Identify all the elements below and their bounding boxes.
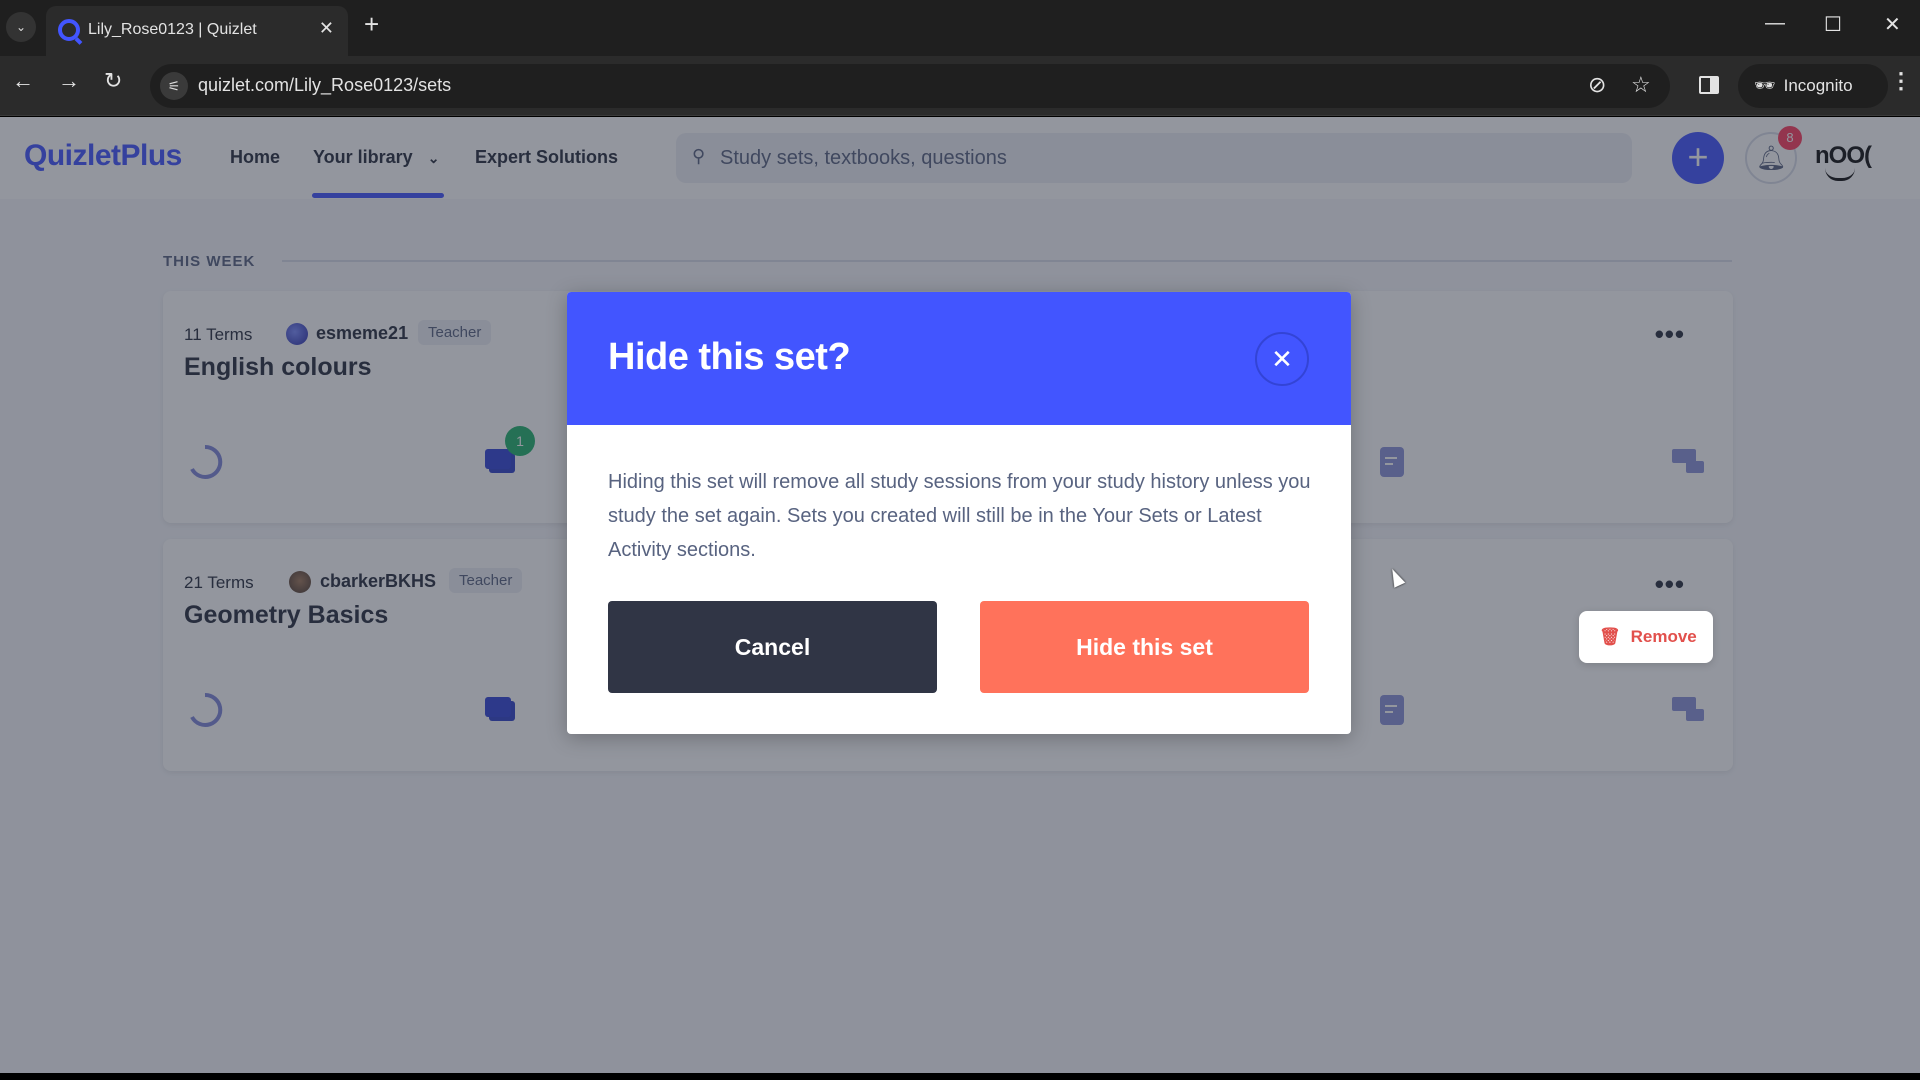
reload-icon[interactable]: ↻ bbox=[104, 68, 122, 94]
eye-off-icon[interactable]: ⊘ bbox=[1588, 72, 1606, 98]
remove-label: Remove bbox=[1630, 627, 1697, 646]
tab-search-button[interactable]: ⌄ bbox=[6, 12, 36, 42]
tab-close-icon[interactable]: ✕ bbox=[319, 18, 334, 39]
close-icon: ✕ bbox=[1271, 343, 1293, 374]
dialog-title: Hide this set? bbox=[608, 336, 851, 378]
browser-tab-active[interactable]: Lily_Rose0123 | Quizlet ✕ bbox=[46, 6, 348, 56]
incognito-label: Incognito bbox=[1783, 76, 1853, 95]
side-panel-icon[interactable] bbox=[1699, 76, 1719, 94]
incognito-indicator[interactable]: 🕶 Incognito bbox=[1738, 64, 1888, 108]
dialog-message: Hiding this set will remove all study se… bbox=[608, 471, 1311, 561]
window-close-icon[interactable]: ✕ bbox=[1884, 12, 1901, 37]
remove-menu-item[interactable]: 🗑︎ Remove bbox=[1579, 611, 1713, 663]
minimize-icon[interactable]: — bbox=[1765, 12, 1785, 35]
address-bar[interactable]: ⚟ quizlet.com/Lily_Rose0123/sets ⊘ ☆ bbox=[150, 64, 1670, 108]
url-text[interactable]: quizlet.com/Lily_Rose0123/sets bbox=[198, 75, 451, 96]
close-dialog-button[interactable]: ✕ bbox=[1255, 332, 1309, 386]
trash-icon: 🗑︎ bbox=[1599, 627, 1621, 646]
hide-set-button[interactable]: Hide this set bbox=[980, 601, 1309, 693]
browser-tab-strip: ⌄ Lily_Rose0123 | Quizlet ✕ + — ☐ ✕ bbox=[0, 0, 1920, 56]
tab-title: Lily_Rose0123 | Quizlet bbox=[88, 21, 257, 38]
bookmark-star-icon[interactable]: ☆ bbox=[1631, 72, 1651, 98]
screen-bottom-edge bbox=[0, 1073, 1920, 1080]
cancel-button[interactable]: Cancel bbox=[608, 601, 937, 693]
forward-icon[interactable]: → bbox=[58, 68, 80, 94]
dialog-header: Hide this set? ✕ bbox=[567, 292, 1351, 425]
maximize-icon[interactable]: ☐ bbox=[1824, 12, 1842, 37]
browser-toolbar: ← → ↻ ⚟ quizlet.com/Lily_Rose0123/sets ⊘… bbox=[0, 56, 1920, 116]
quizlet-page: QuizletPlus Home Your library ⌄ Expert S… bbox=[0, 117, 1920, 1073]
hide-set-dialog: Hide this set? ✕ Hiding this set will re… bbox=[567, 292, 1351, 734]
quizlet-favicon-icon bbox=[58, 19, 80, 41]
new-tab-button[interactable]: + bbox=[364, 11, 379, 37]
incognito-icon: 🕶 bbox=[1754, 76, 1776, 95]
site-info-icon[interactable]: ⚟ bbox=[160, 72, 188, 100]
back-icon[interactable]: ← bbox=[12, 68, 34, 94]
browser-menu-icon[interactable]: ⋮ bbox=[1890, 68, 1912, 94]
